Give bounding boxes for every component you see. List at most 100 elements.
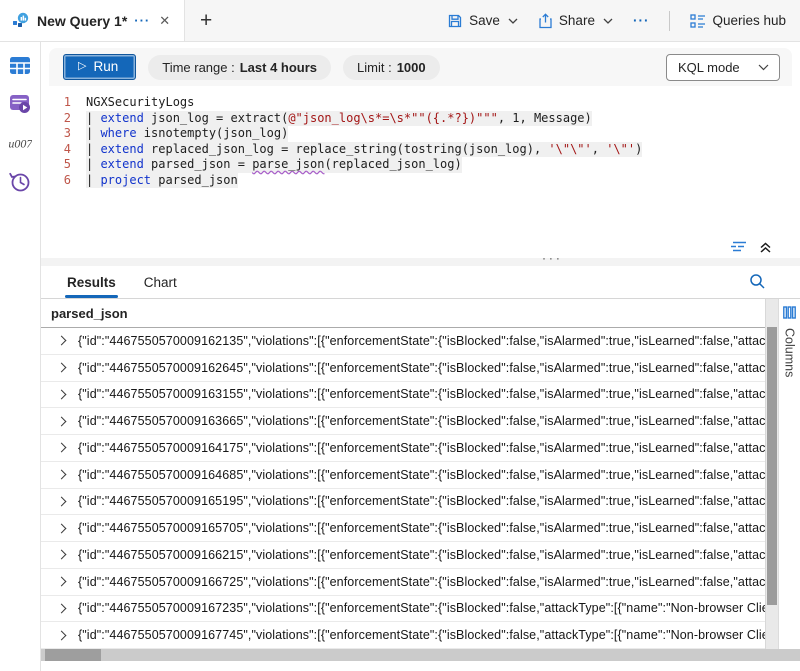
table-row[interactable]: {"id":"4467550570009167235","violations"… (41, 596, 765, 623)
tab-new-query-1[interactable]: New Query 1* ··· ✕ (0, 0, 185, 41)
queries-hub-button[interactable]: Queries hub (690, 13, 786, 28)
expand-row-chevron-icon[interactable] (57, 443, 67, 453)
code-line[interactable]: 6 | project parsed_json (41, 173, 800, 189)
tab-more-options-icon[interactable]: ··· (134, 13, 150, 28)
expand-row-chevron-icon[interactable] (57, 577, 67, 587)
row-json-text: {"id":"4467550570009167235","violations"… (78, 601, 765, 615)
columns-panel-label[interactable]: Columns (783, 328, 797, 377)
run-label: Run (93, 59, 118, 74)
table-row[interactable]: {"id":"4467550570009162135","violations"… (41, 328, 765, 355)
queries-hub-label: Queries hub (712, 13, 786, 28)
share-chevron-down-icon[interactable] (603, 18, 613, 24)
tab-results[interactable]: Results (65, 269, 118, 298)
left-navigation-rail: {f\u0078} (0, 42, 41, 671)
save-button[interactable]: Save (447, 13, 518, 29)
saved-scripts-icon[interactable] (7, 91, 33, 117)
vertical-scrollbar[interactable] (765, 299, 778, 649)
share-label: Share (559, 13, 595, 28)
query-toolbar: ▷ Run Time range : Last 4 hours Limit : … (49, 48, 792, 86)
splitter-drag-handle[interactable]: ··· (542, 254, 563, 262)
svg-text:{f\u0078}: {f\u0078} (8, 137, 32, 151)
line-number: 3 (41, 126, 71, 142)
row-json-text: {"id":"4467550570009163665","violations"… (78, 414, 765, 428)
functions-fx-icon[interactable]: {f\u0078} (7, 130, 33, 156)
code-line[interactable]: 4| extend replaced_json_log = replace_st… (41, 142, 800, 158)
column-header-parsed-json[interactable]: parsed_json (41, 299, 765, 328)
run-play-icon: ▷ (78, 61, 86, 72)
line-number: 6 (41, 173, 71, 189)
tab-chart[interactable]: Chart (142, 269, 179, 298)
more-actions-button[interactable]: ··· (633, 13, 650, 28)
code-line[interactable]: 2 | extend json_log = extract(@"json_log\… (41, 111, 800, 127)
row-json-text: {"id":"4467550570009163155","violations"… (78, 387, 765, 401)
table-row[interactable]: {"id":"4467550570009166215","violations"… (41, 542, 765, 569)
code-text: | extend replaced_json_log = replace_str… (86, 142, 642, 158)
table-row[interactable]: {"id":"4467550570009165195","violations"… (41, 489, 765, 516)
expand-row-chevron-icon[interactable] (57, 470, 67, 480)
editor-actions (41, 236, 800, 258)
expand-row-chevron-icon[interactable] (57, 389, 67, 399)
table-row[interactable]: {"id":"4467550570009167745","violations"… (41, 622, 765, 649)
time-range-picker[interactable]: Time range : Last 4 hours (148, 55, 331, 80)
code-text: NGXSecurityLogs (86, 95, 194, 111)
collapse-editor-icon[interactable] (759, 241, 772, 254)
kql-mode-dropdown[interactable]: KQL mode (666, 54, 780, 81)
search-results-icon[interactable] (749, 273, 766, 290)
code-line[interactable]: 3 | where isnotempty(json_log) (41, 126, 800, 142)
code-text: | extend json_log = extract(@"json_log\s… (86, 111, 592, 127)
table-row[interactable]: {"id":"4467550570009165705","violations"… (41, 515, 765, 542)
expand-row-chevron-icon[interactable] (57, 336, 67, 346)
horizontal-scrollbar-thumb[interactable] (45, 649, 101, 661)
filter-results-icon[interactable] (730, 241, 747, 253)
toolbar-divider (669, 11, 670, 31)
results-tab-strip: Results Chart (41, 266, 800, 299)
save-chevron-down-icon[interactable] (508, 18, 518, 24)
horizontal-scrollbar[interactable] (41, 649, 800, 661)
expand-row-chevron-icon[interactable] (57, 630, 67, 640)
row-json-text: {"id":"4467550570009162645","violations"… (78, 361, 765, 375)
table-row[interactable]: {"id":"4467550570009163665","violations"… (41, 408, 765, 435)
row-json-text: {"id":"4467550570009167745","violations"… (78, 628, 765, 642)
table-row[interactable]: {"id":"4467550570009166725","violations"… (41, 569, 765, 596)
row-json-text: {"id":"4467550570009166215","violations"… (78, 548, 765, 562)
code-line[interactable]: 5| extend parsed_json = parse_json(repla… (41, 157, 800, 173)
expand-row-chevron-icon[interactable] (57, 363, 67, 373)
row-json-text: {"id":"4467550570009166725","violations"… (78, 575, 765, 589)
table-row[interactable]: {"id":"4467550570009164175","violations"… (41, 435, 765, 462)
expand-row-chevron-icon[interactable] (57, 603, 67, 613)
line-number: 2 (41, 111, 71, 127)
table-row[interactable]: {"id":"4467550570009163155","violations"… (41, 382, 765, 409)
new-tab-button[interactable]: + (185, 0, 227, 41)
share-button[interactable]: Share (538, 13, 613, 29)
kql-mode-value: KQL mode (678, 60, 740, 75)
line-number: 1 (41, 95, 71, 111)
run-button[interactable]: ▷ Run (63, 54, 136, 80)
expand-row-chevron-icon[interactable] (57, 496, 67, 506)
tab-title: New Query 1* (37, 13, 127, 29)
time-range-label: Time range : (162, 60, 235, 75)
query-history-icon[interactable] (7, 169, 33, 195)
results-rows: {"id":"4467550570009162135","violations"… (41, 328, 765, 649)
expand-row-chevron-icon[interactable] (57, 416, 67, 426)
kql-query-editor[interactable]: 1 NGXSecurityLogs 2 | extend json_log = ext… (41, 86, 800, 236)
expand-row-chevron-icon[interactable] (57, 550, 67, 560)
connections-table-icon[interactable] (7, 52, 33, 78)
expand-row-chevron-icon[interactable] (57, 523, 67, 533)
query-tab-bar: New Query 1* ··· ✕ + Save (0, 0, 800, 42)
adx-query-icon (12, 12, 30, 30)
code-text: | project parsed_json (86, 173, 238, 189)
row-json-text: {"id":"4467550570009165705","violations"… (78, 521, 765, 535)
code-text: | extend parsed_json = parse_json(replac… (86, 157, 462, 173)
limit-label: Limit : (357, 60, 392, 75)
vertical-scrollbar-thumb[interactable] (767, 327, 777, 605)
table-row[interactable]: {"id":"4467550570009164685","violations"… (41, 462, 765, 489)
columns-panel-icon[interactable] (783, 306, 796, 319)
limit-picker[interactable]: Limit : 1000 (343, 55, 440, 80)
code-line[interactable]: 1 NGXSecurityLogs (41, 95, 800, 111)
panel-splitter[interactable]: ··· (41, 258, 800, 266)
code-text: | where isnotempty(json_log) (86, 126, 288, 142)
save-icon (447, 13, 463, 29)
table-row[interactable]: {"id":"4467550570009162645","violations"… (41, 355, 765, 382)
tab-bar-actions: Save Share ··· (447, 0, 800, 41)
tab-close-icon[interactable]: ✕ (157, 13, 172, 29)
